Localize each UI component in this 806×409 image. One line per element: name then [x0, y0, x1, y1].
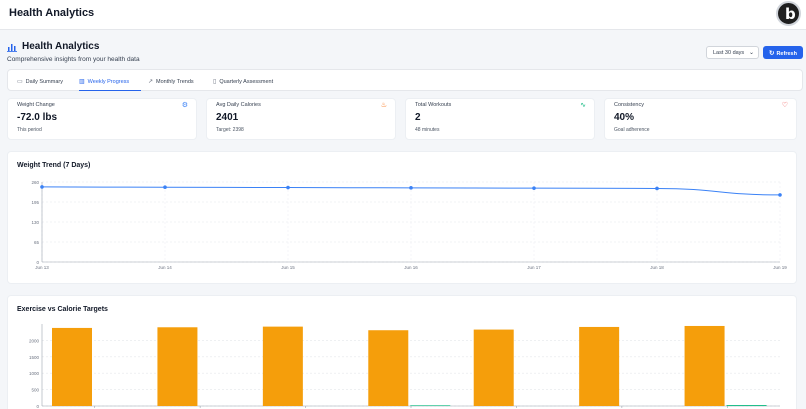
- tab-label: Monthly Trends: [156, 79, 194, 85]
- exercise-bar: [726, 405, 767, 406]
- card-value: 2401: [216, 112, 239, 123]
- avatar[interactable]: b: [776, 1, 801, 26]
- y-tick-label: 65: [34, 240, 40, 245]
- x-tick-label: Jun 14: [158, 265, 172, 270]
- page-title: Health Analytics: [22, 41, 100, 52]
- stat-card-consistency: Consistency 40% Goal adherence ♡: [604, 98, 797, 140]
- stat-card-weight-change: Weight Change -72.0 lbs This period ⚙: [7, 98, 197, 140]
- card-value: 40%: [614, 112, 635, 123]
- date-range-select[interactable]: Last 30 days ⌄: [706, 46, 759, 59]
- refresh-icon: ↻: [769, 50, 775, 57]
- date-range-value: Last 30 days: [713, 50, 745, 56]
- activity-icon: ∿: [580, 102, 586, 109]
- y-tick-label: 2000: [29, 338, 40, 343]
- weight-point: [163, 185, 167, 190]
- tab-quarterly-assessment[interactable]: ▯ Quarterly Assessment: [213, 70, 273, 91]
- weight-point: [40, 185, 44, 189]
- chevron-down-icon: ⌄: [748, 50, 754, 56]
- card-subtext: Goal adherence: [614, 127, 650, 133]
- y-tick-label: 500: [31, 388, 39, 393]
- refresh-button[interactable]: ↻ Refresh: [763, 46, 803, 59]
- tab-label: Weekly Progress: [87, 79, 130, 85]
- calorie-bar: [157, 327, 198, 406]
- x-tick-label: Jun 15: [281, 265, 295, 270]
- exercise-calorie-panel: Exercise vs Calorie Targets 0 500 1000 1500…: [7, 295, 797, 409]
- tab-daily-summary[interactable]: ▭ Daily Summary: [17, 70, 63, 91]
- calendar-icon: ▭: [17, 79, 23, 85]
- calorie-bar: [262, 326, 303, 406]
- weight-point: [286, 185, 290, 190]
- x-tick-label: Jun 18: [650, 265, 664, 270]
- calorie-bar: [473, 329, 514, 406]
- tab-weekly-progress[interactable]: ▥ Weekly Progress: [79, 70, 141, 91]
- exercise-calorie-chart: 0 500 1000 1500 2000: [29, 324, 780, 409]
- y-tick-label: 195: [31, 200, 39, 205]
- y-tick-label: 0: [36, 404, 39, 409]
- flame-icon: ♨: [380, 102, 387, 109]
- y-tick-label: 130: [31, 220, 39, 225]
- x-tick-label: Jun 13: [35, 265, 49, 270]
- calorie-bar: [684, 325, 725, 406]
- tab-label: Quarterly Assessment: [219, 79, 274, 85]
- avatar-letter: b: [785, 5, 796, 23]
- stat-card-total-workouts: Total Workouts 2 48 minutes ∿: [405, 98, 595, 140]
- calorie-bar: [579, 326, 620, 406]
- weight-trend-chart: 065130195260Jun 13 Jun 14 Jun 15 Jun 16 Jun …: [31, 180, 787, 270]
- weight-point: [532, 186, 536, 190]
- exercise-bar: [410, 405, 451, 406]
- weight-point: [409, 186, 413, 190]
- card-label: Avg Daily Calories: [216, 102, 261, 108]
- page-subtitle: Comprehensive insights from your health …: [7, 56, 140, 63]
- card-value: -72.0 lbs: [17, 112, 58, 123]
- tab-monthly-trends[interactable]: ↗ Monthly Trends: [148, 70, 194, 91]
- calorie-bar: [368, 330, 409, 406]
- card-label: Consistency: [614, 102, 644, 108]
- trend-up-icon: ↗: [148, 79, 154, 85]
- y-tick-label: 260: [31, 180, 39, 185]
- x-tick-label: Jun 19: [773, 265, 787, 270]
- x-tick-label: Jun 16: [404, 265, 418, 270]
- app-header: Health Analytics b: [0, 0, 806, 30]
- heart-icon: ♡: [781, 102, 788, 109]
- x-tick-label: Jun 17: [527, 265, 541, 270]
- y-tick-label: 1500: [29, 355, 40, 360]
- card-value: 2: [415, 112, 421, 123]
- tab-label: Daily Summary: [25, 79, 63, 85]
- clipboard-icon: ▯: [213, 79, 217, 85]
- bar-chart-icon: ▥: [79, 79, 85, 85]
- app-title: Health Analytics: [9, 7, 95, 19]
- card-label: Total Workouts: [415, 102, 452, 108]
- weight-point: [655, 186, 659, 191]
- bar-chart-icon: [7, 44, 17, 52]
- y-tick-label: 1000: [29, 371, 40, 376]
- card-subtext: This period: [17, 127, 42, 133]
- calorie-bar: [52, 327, 92, 406]
- card-label: Weight Change: [17, 102, 55, 108]
- card-subtext: 48 minutes: [415, 127, 440, 133]
- refresh-label: Refresh: [776, 51, 797, 57]
- tab-bar: ▭ Daily Summary ▥ Weekly Progress ↗ Monthly…: [7, 69, 803, 91]
- card-subtext: Target: 2398: [216, 127, 244, 133]
- gear-icon: ⚙: [181, 102, 188, 109]
- stat-card-avg-calories: Avg Daily Calories 2401 Target: 2398 ♨: [206, 98, 396, 140]
- weight-point: [778, 193, 782, 197]
- weight-trend-panel: Weight Trend (7 Days) 0 65 130 195 260 Jun 13…: [7, 151, 797, 284]
